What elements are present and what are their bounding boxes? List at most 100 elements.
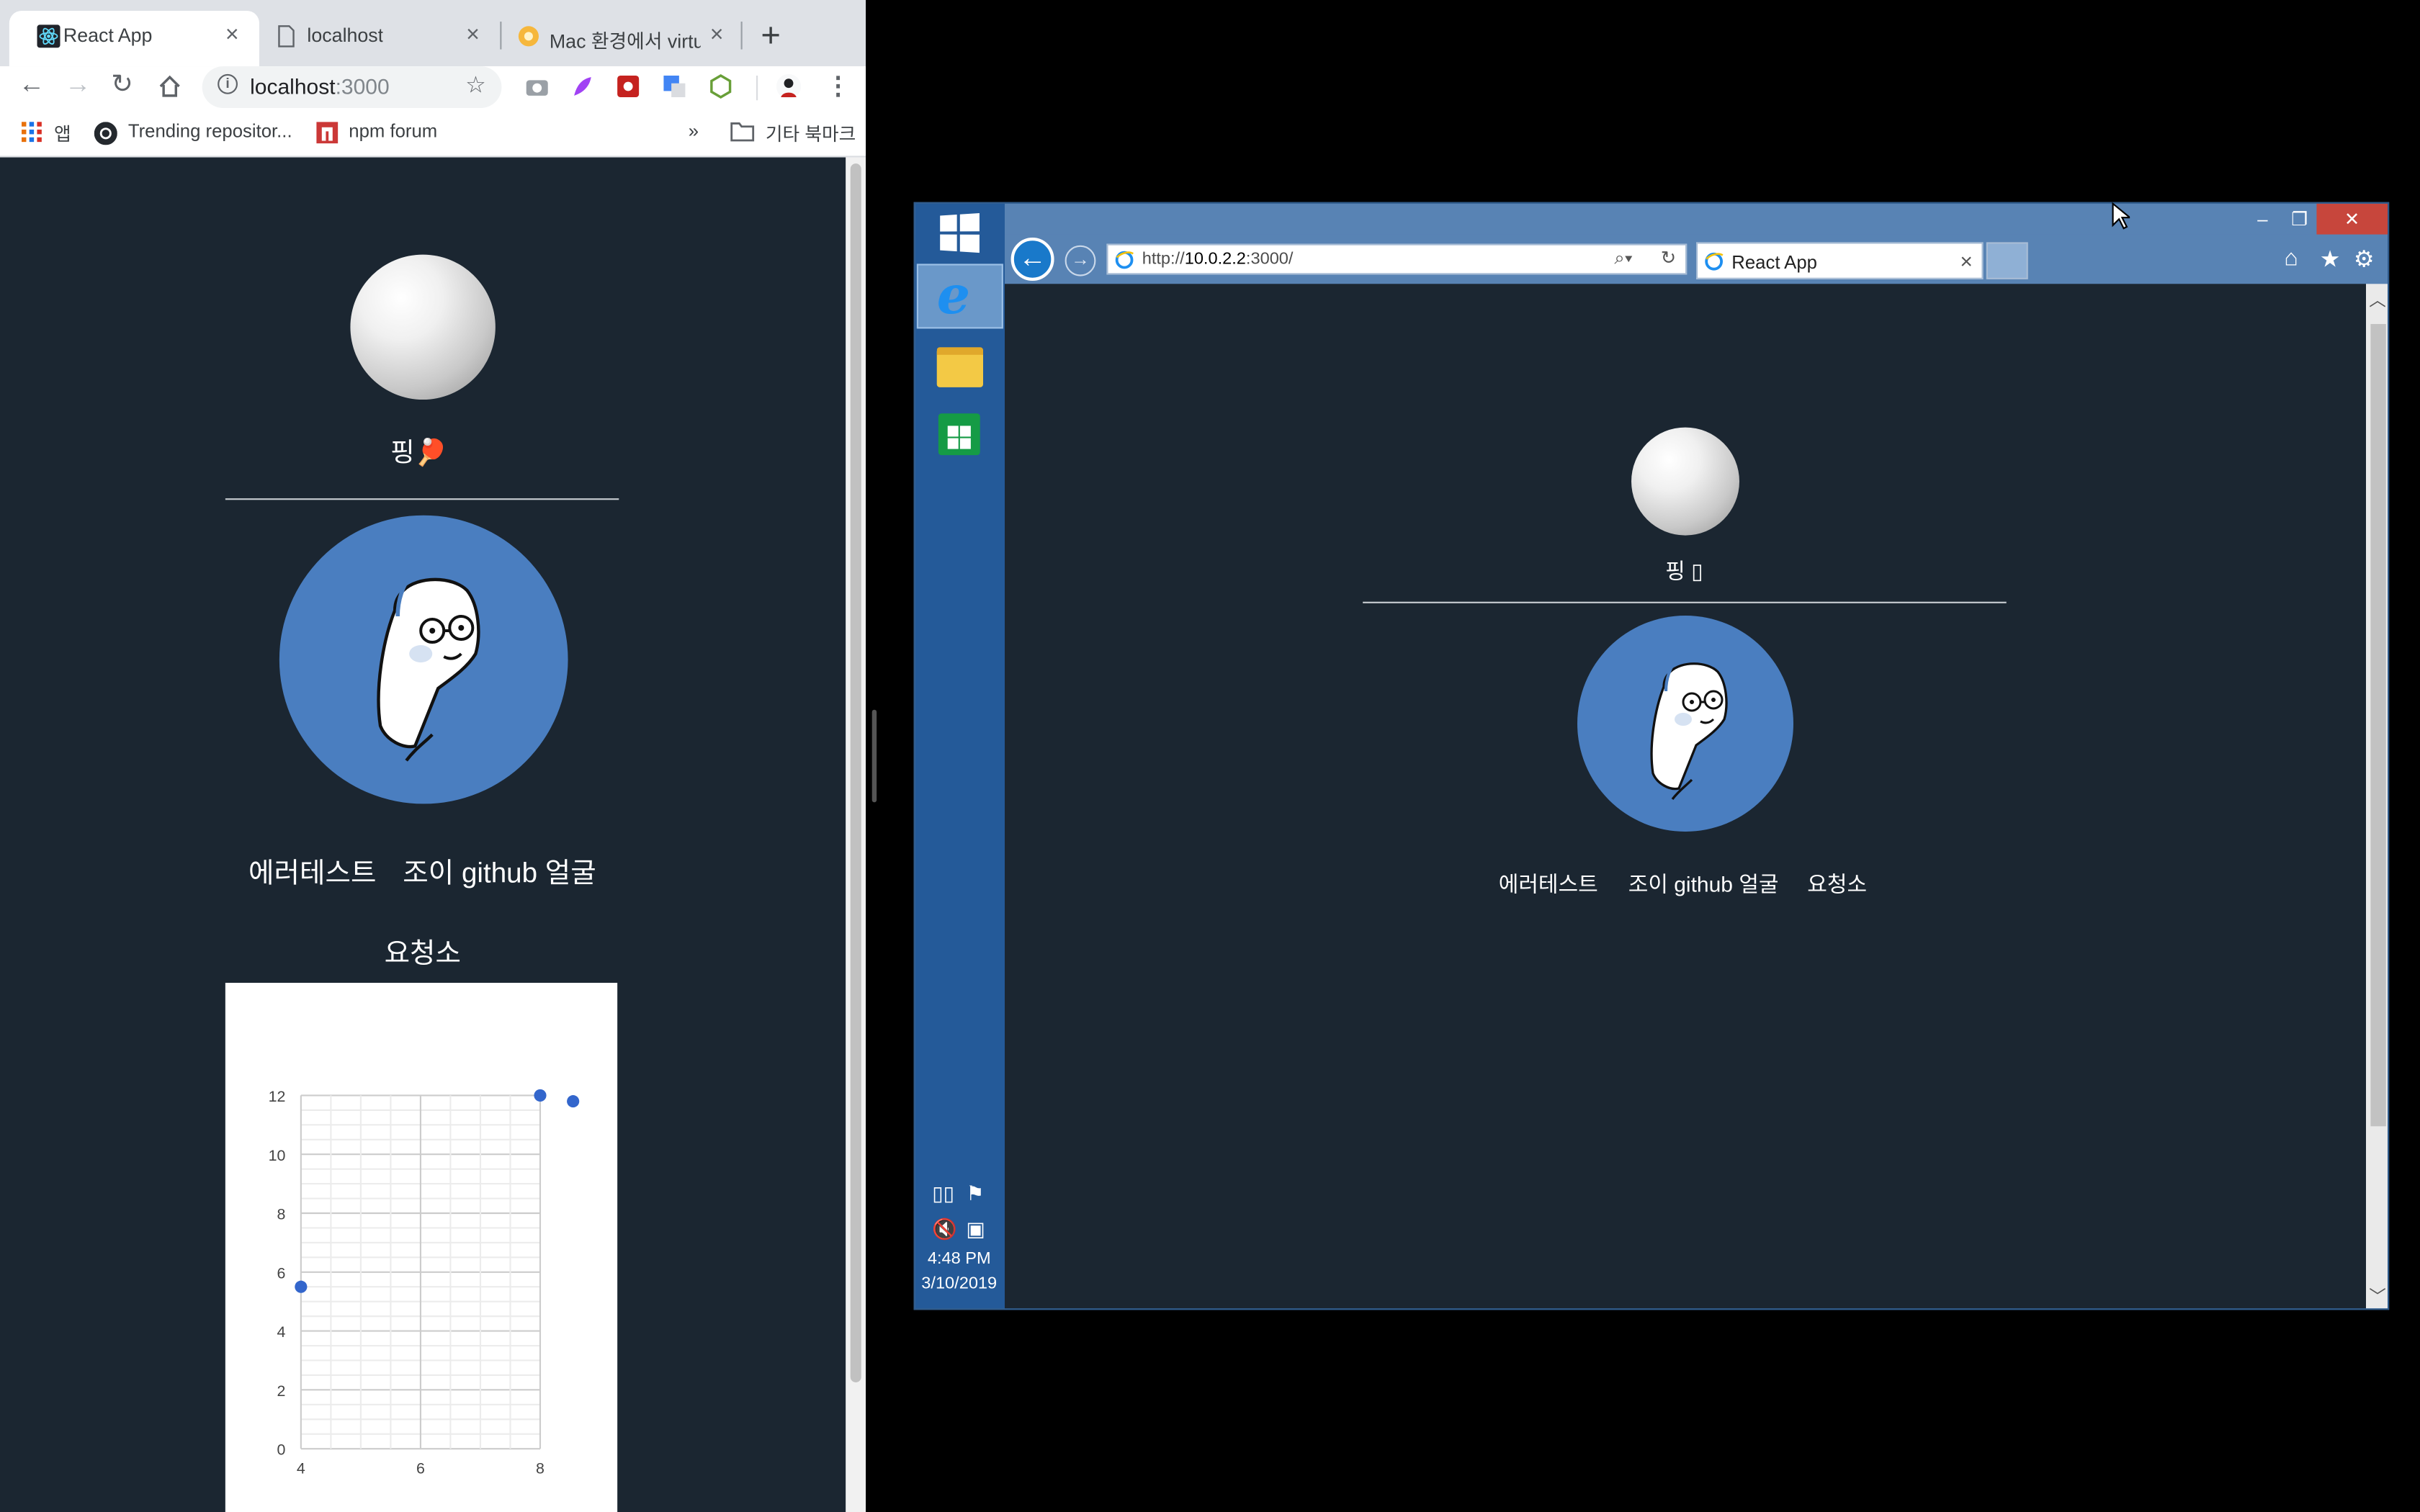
bookmark-other[interactable]: 기타 북마크 [766, 120, 856, 146]
x-tick-label: 8 [536, 1459, 544, 1477]
ie-scrollbar-thumb[interactable] [2370, 324, 2386, 1127]
profile-avatar-icon[interactable] [776, 73, 802, 99]
y-tick-label: 10 [269, 1147, 286, 1164]
action-center-flag-icon[interactable]: ⚑ [966, 1182, 984, 1206]
ie-tab-close-icon[interactable]: × [1960, 248, 1973, 273]
page-scrollbar[interactable] [846, 157, 866, 1512]
bookmark-star-icon[interactable]: ☆ [465, 71, 486, 99]
clock-time[interactable]: 4:48 PM [928, 1250, 991, 1269]
tab-localhost[interactable]: localhost × [259, 11, 498, 66]
bookmark-apps[interactable]: 앱 [54, 120, 71, 146]
github-icon [94, 122, 117, 145]
tab-close-icon[interactable]: × [225, 22, 239, 48]
chrome-menu-icon[interactable]: ⋮ [825, 71, 850, 102]
chrome-window: React App × localhost × Mac 환경에서 virtua … [0, 0, 866, 1512]
scroll-up-arrow-icon[interactable]: ︿ [2369, 287, 2386, 312]
tab-separator [740, 22, 743, 50]
x-tick-label: 6 [416, 1459, 425, 1477]
ie-home-icon[interactable]: ⌂ [2284, 246, 2298, 271]
bookmarks-overflow-icon[interactable]: » [689, 120, 699, 142]
puzzle-extension-icon[interactable] [616, 74, 640, 99]
react-logo-icon [37, 24, 60, 48]
ping-pong-ball-image [1631, 427, 1739, 536]
nav-link-yocheongso[interactable]: 요청소 [1807, 868, 1867, 899]
address-bar[interactable]: i localhost:3000 ☆ [202, 66, 502, 108]
y-tick-label: 2 [277, 1382, 286, 1400]
document-icon [278, 25, 295, 48]
tray-system-icon[interactable]: ▯▯ [932, 1182, 954, 1206]
scrollbar-thumb[interactable] [850, 163, 861, 1383]
ie-navigation-bar: ← → http://10.0.2.2:3000/ ⌕▾ ↻ React App… [1005, 234, 2388, 284]
nav-link-joy-github-face[interactable]: 조이 github 얼굴 [1628, 868, 1779, 899]
ie-tab-react-app[interactable]: React App × [1696, 242, 1984, 279]
clock-date[interactable]: 3/10/2019 [921, 1274, 997, 1293]
tab-separator [500, 22, 502, 50]
forward-arrow-icon[interactable]: → [65, 69, 91, 100]
ping-label: 핑🏓 [390, 438, 448, 468]
camera-extension-icon[interactable] [525, 74, 550, 99]
y-tick-label: 8 [277, 1206, 286, 1223]
windows-vm-window: – ❐ ✕ e ▯▯ ⚑ 🔇 ▣ 4:48 PM 3/10/2019 ← → h… [913, 202, 2390, 1310]
mouse-cursor-icon [2112, 202, 2130, 230]
scatter-chart-panel: 0 2 4 6 8 10 12 4 6 8 [225, 983, 618, 1512]
nav-link-yocheongso[interactable]: 요청소 [385, 932, 461, 972]
chrome-toolbar: ← → ↻ i localhost:3000 ☆ ⋮ [0, 66, 866, 110]
bookmark-npm-forum[interactable]: npm forum [349, 120, 437, 142]
ie-search-icon[interactable]: ⌕▾ [1614, 247, 1632, 270]
ie-refresh-icon[interactable]: ↻ [1661, 247, 1677, 269]
ie-address-url: http://10.0.2.2:3000/ [1142, 250, 1294, 269]
scatter-chart: 0 2 4 6 8 10 12 4 6 8 [269, 1088, 580, 1477]
network-icon[interactable]: ▣ [966, 1218, 985, 1242]
bookmark-trending[interactable]: Trending repositor... [128, 120, 292, 142]
translate-extension-icon[interactable] [662, 74, 686, 99]
vm-titlebar: – ❐ ✕ [915, 203, 2388, 235]
y-tick-label: 0 [277, 1441, 286, 1459]
internet-explorer-taskbar-icon[interactable]: e [916, 264, 1003, 329]
restore-icon[interactable]: ❐ [2282, 204, 2316, 235]
ie-back-arrow-icon[interactable]: ← [1010, 238, 1054, 281]
new-tab-button[interactable]: + [761, 15, 781, 55]
tab-close-icon[interactable]: × [710, 22, 724, 48]
window-close-icon[interactable]: ✕ [2316, 203, 2388, 235]
bookmarks-bar: 앱 Trending repositor... npm forum » 기타 북… [0, 109, 866, 158]
back-arrow-icon[interactable]: ← [19, 69, 45, 100]
tab-react-app[interactable]: React App × [9, 11, 259, 67]
ie-tab-title: React App [1731, 251, 1817, 274]
tab-close-icon[interactable]: × [466, 22, 480, 48]
file-explorer-icon[interactable] [936, 347, 983, 387]
toolbar-separator [756, 76, 758, 101]
joy-github-avatar [1577, 616, 1793, 832]
ie-scrollbar[interactable]: ︿ ﹀ [2366, 284, 2388, 1309]
folder-icon [730, 122, 755, 142]
nav-link-error-test[interactable]: 에러테스트 [248, 852, 376, 892]
ie-react-app-page: 핑 ▯ 에러테스트 조이 github 얼굴 요청소 [1005, 284, 2366, 1309]
apps-grid-icon[interactable] [22, 122, 42, 143]
volume-muted-icon[interactable]: 🔇 [932, 1218, 957, 1242]
address-url: localhost:3000 [250, 73, 390, 99]
chrome-tab-strip: React App × localhost × Mac 환경에서 virtua … [0, 0, 866, 67]
ie-favorites-star-icon[interactable]: ★ [2320, 246, 2341, 273]
ie-address-bar[interactable]: http://10.0.2.2:3000/ ⌕▾ ↻ [1106, 243, 1688, 275]
data-point [534, 1089, 547, 1102]
feather-extension-icon[interactable] [570, 74, 594, 99]
nav-link-error-test[interactable]: 에러테스트 [1499, 868, 1598, 899]
windows-store-icon[interactable] [938, 413, 980, 456]
scroll-down-arrow-icon[interactable]: ﹀ [2369, 1284, 2386, 1308]
window-divider [866, 0, 882, 1512]
y-tick-label: 4 [277, 1323, 286, 1341]
info-icon[interactable]: i [218, 73, 238, 94]
ping-pong-ball-image [350, 254, 496, 400]
windows-start-icon[interactable] [940, 212, 980, 253]
nodejs-extension-icon[interactable] [709, 74, 733, 99]
minimize-icon[interactable]: – [2246, 204, 2280, 235]
y-tick-label: 12 [269, 1088, 286, 1105]
ie-forward-arrow-icon[interactable]: → [1065, 245, 1096, 276]
tab-title: Mac 환경에서 virtua [549, 30, 701, 53]
ie-settings-gear-icon[interactable]: ⚙ [2354, 246, 2375, 273]
reload-icon[interactable]: ↻ [111, 69, 133, 100]
ie-new-tab-button[interactable] [1986, 242, 2028, 279]
nav-link-joy-github-face[interactable]: 조이 github 얼굴 [403, 852, 596, 892]
split-handle[interactable] [871, 709, 877, 803]
home-icon[interactable] [158, 74, 182, 99]
tab-mac-virtualbox[interactable]: Mac 환경에서 virtua × [503, 11, 738, 66]
